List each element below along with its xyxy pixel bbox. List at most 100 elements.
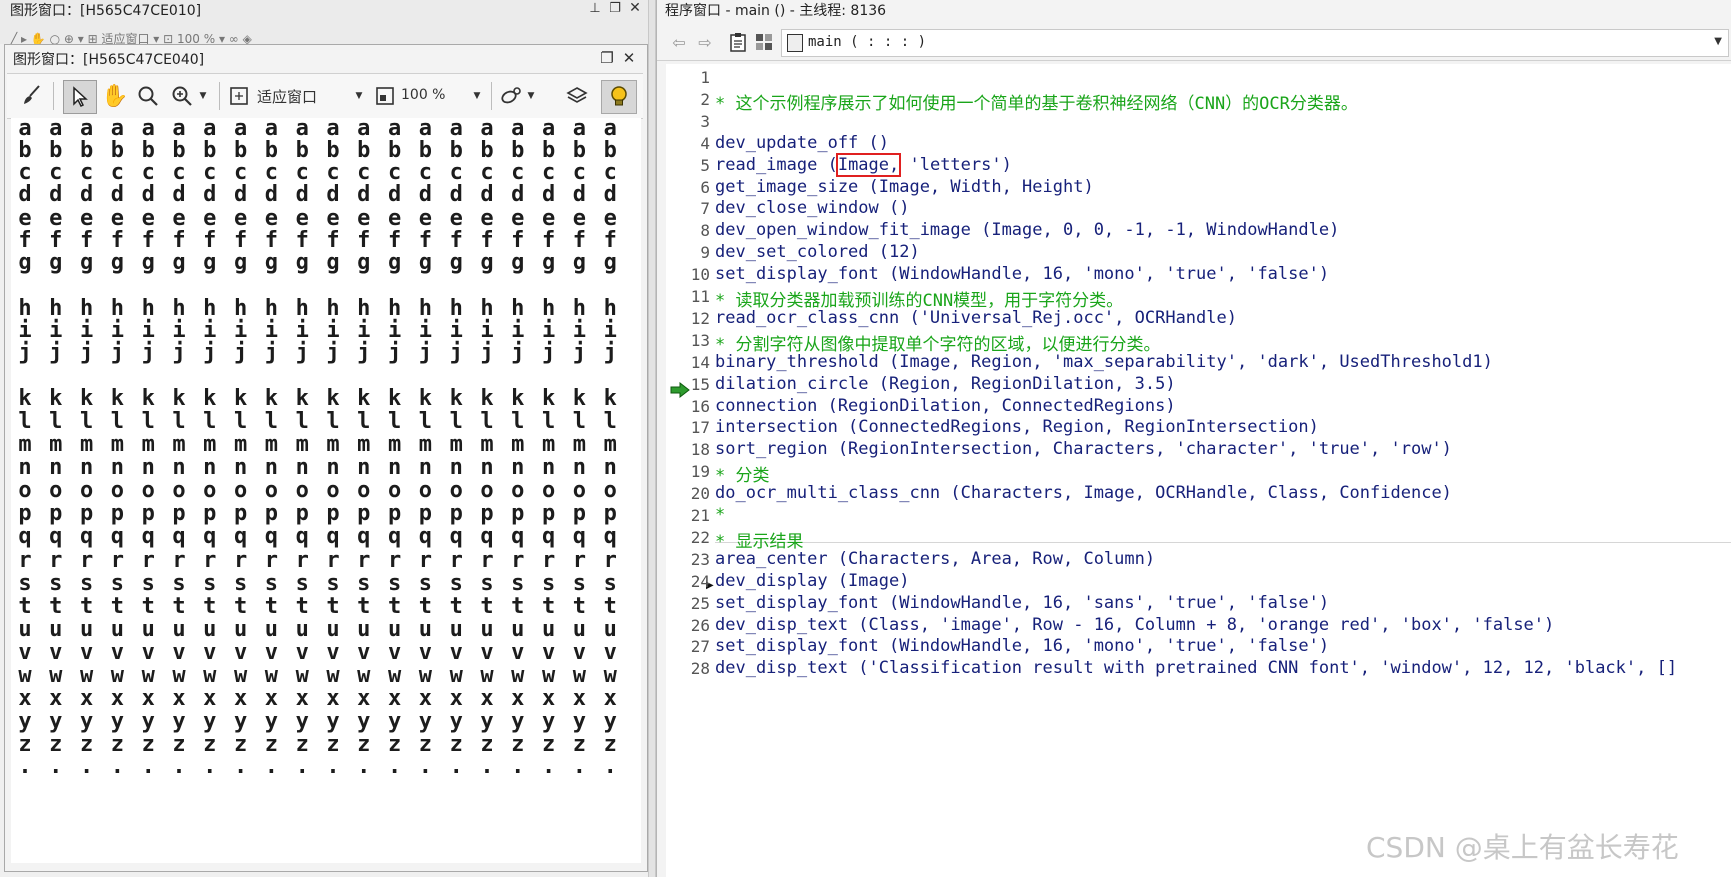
letter-glyph: t bbox=[172, 594, 186, 619]
pin-icon[interactable]: ⊥ bbox=[586, 0, 604, 16]
code-line[interactable]: 1 bbox=[666, 66, 1731, 90]
back-arrow-icon[interactable]: ⇦ bbox=[669, 32, 689, 52]
restore-icon[interactable]: ❐ bbox=[597, 48, 617, 68]
code-line[interactable]: 16 connection (RegionDilation, ConnectedR… bbox=[666, 395, 1731, 419]
code-line[interactable]: 21 * bbox=[666, 504, 1731, 528]
code-line[interactable]: 24 dev_display (Image) bbox=[666, 570, 1731, 594]
letter-glyph: u bbox=[141, 617, 155, 642]
code-line[interactable]: 20 do_ocr_multi_class_cnn (Characters, Im… bbox=[666, 482, 1731, 506]
brush-icon[interactable] bbox=[19, 82, 45, 108]
letter-glyph: u bbox=[172, 617, 186, 642]
code-line[interactable]: 18 sort_region (RegionIntersection, Chara… bbox=[666, 438, 1731, 462]
code-line[interactable]: 26 dev_disp_text (Class, 'image', Row - 1… bbox=[666, 614, 1731, 638]
lightbulb-icon[interactable] bbox=[601, 80, 637, 114]
code-line[interactable]: 2 * 这个示例程序展示了如何使用一个简单的基于卷积神经网络（CNN）的OCR分类… bbox=[666, 88, 1731, 114]
line-number: 22 bbox=[690, 527, 710, 547]
letter-glyph: x bbox=[418, 686, 433, 711]
letter-glyph: x bbox=[18, 686, 32, 711]
code-line[interactable]: 22 * 显示结果 bbox=[666, 526, 1731, 552]
pointer-icon[interactable] bbox=[63, 80, 97, 114]
letter-glyph: j bbox=[387, 340, 402, 365]
window-splitter[interactable] bbox=[648, 0, 656, 877]
clipboard-icon[interactable] bbox=[727, 31, 749, 53]
chevron-down-icon[interactable]: ▼ bbox=[197, 88, 209, 104]
letter-glyph: . bbox=[264, 754, 279, 779]
letter-glyph: w bbox=[203, 663, 217, 688]
code-line[interactable]: 7 dev_close_window () bbox=[666, 197, 1731, 221]
letter-glyph: j bbox=[418, 340, 433, 365]
letter-glyph: t bbox=[541, 594, 556, 619]
letter-glyph: . bbox=[141, 754, 155, 779]
code-line[interactable]: 28 dev_disp_text ('Classification result … bbox=[666, 657, 1731, 681]
letter-glyph: y bbox=[141, 709, 155, 734]
code-text: read_ocr_class_cnn ('Universal_Rej.occ',… bbox=[715, 307, 1237, 328]
line-number: 24 bbox=[690, 571, 710, 591]
code-line[interactable]: 13 * 分割字符从图像中提取单个字符的区域，以便进行分类。 bbox=[666, 329, 1731, 355]
code-line[interactable]: 25 set_display_font (WindowHandle, 16, 's… bbox=[666, 592, 1731, 616]
letter-glyph: j bbox=[449, 340, 463, 365]
fit-window-select[interactable]: 适应窗口 bbox=[257, 86, 317, 107]
code-line[interactable]: 8 dev_open_window_fit_image (Image, 0, 0,… bbox=[666, 219, 1731, 243]
letter-glyph: o bbox=[387, 478, 402, 503]
letter-glyph: d bbox=[172, 182, 186, 207]
letter-glyph: t bbox=[264, 594, 279, 619]
code-line[interactable]: 3 bbox=[666, 110, 1731, 134]
close-icon[interactable]: ✕ bbox=[619, 48, 639, 68]
chevron-down-icon[interactable]: ▼ bbox=[471, 88, 483, 104]
letter-glyph: k bbox=[511, 386, 525, 411]
forward-arrow-icon[interactable]: ⇨ bbox=[695, 32, 715, 52]
letter-glyph: y bbox=[233, 709, 248, 734]
letter-glyph: r bbox=[18, 548, 32, 573]
code-editor[interactable]: ▶ 1 2 * 这个示例程序展示了如何使用一个简单的基于卷积神经网络（CNN）的OC… bbox=[666, 64, 1731, 877]
letter-glyph: n bbox=[203, 455, 217, 480]
letter-glyph: d bbox=[572, 182, 587, 207]
letter-glyph: n bbox=[295, 455, 309, 480]
zoom-in-icon[interactable] bbox=[169, 82, 195, 110]
letter-glyph: y bbox=[203, 709, 217, 734]
chevron-down-icon[interactable]: ▼ bbox=[1714, 36, 1722, 47]
code-line[interactable]: 4 dev_update_off () bbox=[666, 132, 1731, 156]
fit-window-icon[interactable] bbox=[227, 84, 251, 108]
letter-glyph: r bbox=[49, 548, 63, 573]
line-number: 21 bbox=[690, 506, 710, 525]
procedure-select[interactable]: main ( : : : ) ▼ bbox=[781, 29, 1729, 57]
zoom-icon[interactable] bbox=[373, 84, 397, 108]
code-line[interactable]: 11 * 读取分类器加载预训练的CNN模型，用于字符分类。 bbox=[666, 285, 1731, 311]
restore-icon[interactable]: ❐ bbox=[606, 0, 624, 16]
zoom-select[interactable]: 100 % bbox=[401, 87, 445, 103]
code-line[interactable]: 17 intersection (ConnectedRegions, Region… bbox=[666, 416, 1731, 440]
letter-glyph: r bbox=[79, 548, 94, 573]
layers-icon[interactable] bbox=[563, 82, 591, 110]
code-line[interactable]: 14 binary_threshold (Image, Region, 'max_… bbox=[666, 351, 1731, 375]
code-line[interactable]: 12 read_ocr_class_cnn ('Universal_Rej.occ… bbox=[666, 307, 1731, 331]
letter-row: .................... bbox=[11, 754, 641, 780]
letter-glyph: k bbox=[141, 386, 155, 411]
magnifier-icon[interactable] bbox=[135, 82, 161, 110]
close-icon[interactable]: ✕ bbox=[626, 0, 644, 16]
letter-glyph: r bbox=[418, 548, 433, 573]
code-line[interactable]: 10 set_display_font (WindowHandle, 16, 'm… bbox=[666, 263, 1731, 287]
letter-glyph: x bbox=[110, 686, 125, 711]
letter-glyph: d bbox=[418, 182, 433, 207]
code-line[interactable]: 19 * 分类 bbox=[666, 460, 1731, 486]
code-line[interactable]: 9 dev_set_colored (12) bbox=[666, 241, 1731, 265]
code-line[interactable]: 15 dilation_circle (Region, RegionDilatio… bbox=[666, 373, 1731, 397]
code-text: area_center (Characters, Area, Row, Colu… bbox=[715, 548, 1156, 569]
draw-mode-icon[interactable] bbox=[497, 82, 525, 110]
hand-icon[interactable]: ✋ bbox=[101, 82, 129, 110]
letter-glyph: x bbox=[511, 686, 525, 711]
letter-glyph: q bbox=[449, 524, 463, 549]
letter-glyph: . bbox=[49, 754, 63, 779]
code-line[interactable]: 5 read_image (Image, 'letters') bbox=[666, 152, 1731, 178]
code-line[interactable]: 23 area_center (Characters, Area, Row, Co… bbox=[666, 548, 1731, 572]
letter-glyph: x bbox=[387, 686, 402, 711]
watermark: CSDN @桌上有盆长寿花 bbox=[1366, 831, 1679, 864]
letter-glyph: q bbox=[541, 524, 556, 549]
letters-image[interactable]: aaaaaaaaaaaaaaaaaaaabbbbbbbbbbbbbbbbbbbb… bbox=[11, 118, 641, 863]
code-line[interactable]: 27 set_display_font (WindowHandle, 16, 'm… bbox=[666, 635, 1731, 659]
chevron-down-icon[interactable]: ▼ bbox=[525, 88, 537, 104]
letter-glyph: r bbox=[387, 548, 402, 573]
chevron-down-icon[interactable]: ▼ bbox=[353, 88, 365, 104]
code-line[interactable]: 6 get_image_size (Image, Width, Height) bbox=[666, 176, 1731, 200]
grid-icon[interactable] bbox=[753, 31, 775, 53]
